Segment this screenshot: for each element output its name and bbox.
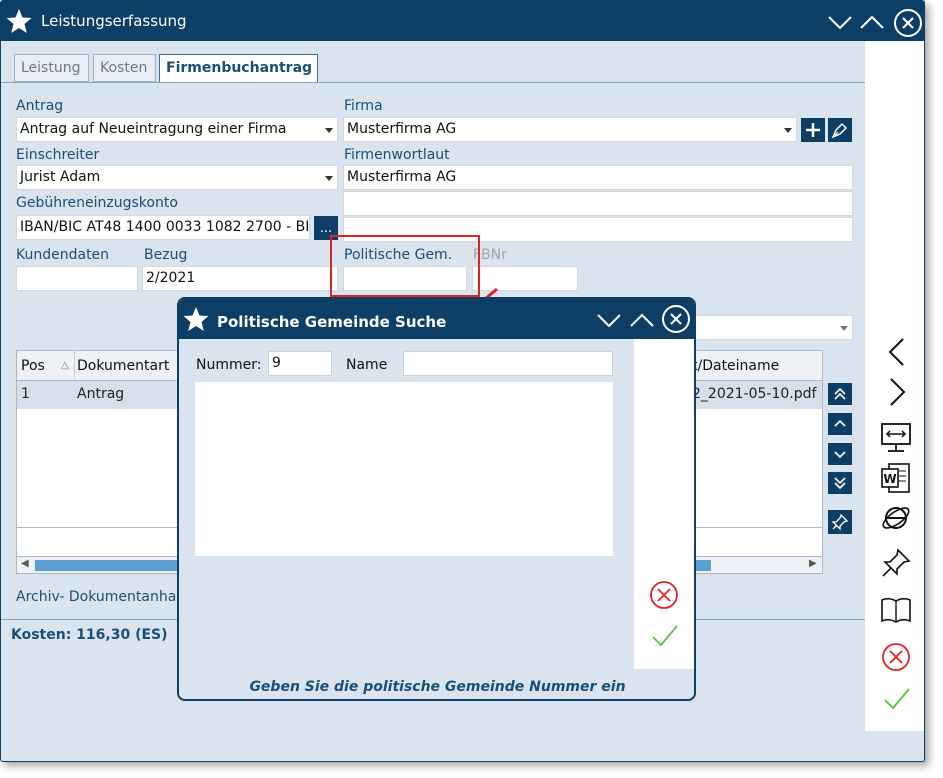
name-input[interactable] bbox=[403, 351, 613, 376]
antrag-combo[interactable]: Antrag auf Neueintragung einer Firma bbox=[16, 117, 338, 142]
internet-explorer-icon[interactable] bbox=[879, 501, 913, 535]
firmenwortlaut-line1[interactable]: Musterfirma AG bbox=[343, 165, 853, 190]
dialog-title: Politische Gemeinde Suche bbox=[217, 313, 447, 331]
chevron-down-icon[interactable] bbox=[325, 176, 333, 181]
close-icon[interactable] bbox=[893, 8, 923, 38]
cancel-icon[interactable] bbox=[880, 641, 912, 673]
move-down-button[interactable] bbox=[828, 443, 852, 465]
right-action-panel: W bbox=[865, 41, 924, 731]
bezug-label: Bezug bbox=[144, 247, 188, 263]
firma-label: Firma bbox=[344, 98, 383, 114]
firmenwortlaut-label: Firmenwortlaut bbox=[344, 147, 450, 163]
chevron-right-icon[interactable] bbox=[885, 377, 909, 407]
dialog-hint-text: Geben Sie die politische Gemeinde Nummer… bbox=[249, 679, 626, 695]
double-chevron-up-icon bbox=[834, 387, 846, 400]
gemeinde-result-list[interactable] bbox=[195, 382, 613, 556]
book-icon[interactable] bbox=[879, 593, 913, 627]
checkmark-icon[interactable] bbox=[882, 684, 912, 714]
pin-grid-button[interactable] bbox=[828, 510, 852, 534]
gebuehrenkonto-field[interactable]: IBAN/BIC AT48 1400 0033 1082 2700 - BI bbox=[16, 215, 310, 240]
gebuehrenkonto-label: Gebühreneinzugskonto bbox=[16, 195, 178, 211]
move-up-button[interactable] bbox=[828, 413, 852, 435]
kundendaten-label: Kundendaten bbox=[16, 247, 110, 263]
tab-kosten[interactable]: Kosten bbox=[93, 54, 156, 82]
scroll-right-icon[interactable]: ▶ bbox=[809, 558, 817, 569]
svg-text:W: W bbox=[883, 472, 896, 486]
column-header-dokumentart[interactable]: Dokumentart bbox=[77, 358, 169, 374]
gemeinde-search-dialog: Politische Gemeinde Suche Nummer: 9 Name… bbox=[177, 297, 696, 701]
chevron-up-icon bbox=[834, 419, 846, 427]
einschreiter-label: Einschreiter bbox=[16, 147, 100, 163]
title-bar: Leistungserfassung bbox=[1, 1, 924, 41]
tab-firmenbuchantrag[interactable]: Firmenbuchantrag bbox=[159, 54, 318, 83]
einschreiter-combo[interactable]: Jurist Adam bbox=[16, 165, 338, 190]
chevron-down-icon[interactable] bbox=[840, 326, 848, 331]
chevron-down-icon[interactable] bbox=[784, 128, 792, 133]
move-top-button[interactable] bbox=[828, 383, 852, 405]
kosten-status: Kosten: 116,30 (ES) bbox=[11, 627, 168, 643]
move-bottom-button[interactable] bbox=[828, 472, 852, 494]
antrag-value: Antrag auf Neueintragung einer Firma bbox=[20, 121, 287, 137]
kundendaten-field[interactable] bbox=[16, 266, 138, 291]
dialog-title-bar: Politische Gemeinde Suche bbox=[179, 299, 694, 339]
edit-firma-button[interactable] bbox=[828, 118, 852, 142]
bezug-field[interactable]: 2/2021 bbox=[142, 266, 338, 291]
cell-dateiname: 2_2021-05-10.pdf bbox=[692, 386, 817, 402]
pin-icon[interactable] bbox=[879, 546, 913, 580]
firma-combo[interactable]: Musterfirma AG bbox=[343, 117, 797, 142]
firmenwortlaut-line2[interactable] bbox=[343, 191, 853, 216]
window-title: Leistungserfassung bbox=[41, 12, 187, 30]
column-divider bbox=[74, 351, 75, 381]
tab-divider bbox=[1, 82, 865, 83]
minimize-icon[interactable] bbox=[827, 9, 853, 35]
fit-width-monitor-icon[interactable] bbox=[879, 421, 913, 455]
nummer-input[interactable]: 9 bbox=[268, 351, 332, 376]
double-chevron-down-icon bbox=[834, 477, 846, 490]
gebuehrenkonto-value: IBAN/BIC AT48 1400 0033 1082 2700 - BI bbox=[20, 219, 310, 235]
add-firma-button[interactable] bbox=[801, 118, 825, 142]
hidden-combo[interactable] bbox=[691, 315, 853, 340]
cell-dokumentart: Antrag bbox=[77, 386, 125, 402]
minimize-icon[interactable] bbox=[596, 307, 622, 333]
close-icon[interactable] bbox=[661, 304, 691, 334]
checkmark-icon[interactable] bbox=[650, 621, 680, 651]
antrag-label: Antrag bbox=[16, 98, 64, 114]
nummer-label: Nummer: bbox=[196, 357, 262, 373]
column-header-pos[interactable]: Pos bbox=[21, 358, 45, 374]
star-icon bbox=[6, 9, 32, 33]
chevron-down-icon[interactable] bbox=[325, 128, 333, 133]
maximize-icon[interactable] bbox=[629, 307, 655, 333]
chevron-left-icon[interactable] bbox=[885, 337, 909, 367]
einschreiter-value: Jurist Adam bbox=[20, 169, 101, 185]
firma-value: Musterfirma AG bbox=[347, 121, 457, 137]
scroll-left-icon[interactable]: ◀ bbox=[21, 558, 29, 569]
pen-nib-icon bbox=[831, 122, 848, 139]
archive-label: Archiv- Dokumentanhan bbox=[16, 589, 186, 605]
plus-icon bbox=[806, 123, 820, 137]
chevron-down-icon bbox=[834, 451, 846, 459]
pin-icon bbox=[831, 513, 849, 531]
star-icon bbox=[183, 307, 209, 331]
maximize-icon[interactable] bbox=[859, 9, 885, 35]
name-label: Name bbox=[346, 357, 388, 373]
column-header-dateiname[interactable]: t/Dateiname bbox=[692, 358, 779, 374]
cell-pos: 1 bbox=[21, 386, 30, 402]
dialog-action-panel bbox=[634, 339, 694, 669]
cancel-icon[interactable] bbox=[648, 579, 680, 611]
tab-leistung[interactable]: Leistung bbox=[14, 54, 89, 82]
word-document-icon[interactable]: W bbox=[879, 461, 913, 495]
sort-ascending-icon: △ bbox=[61, 360, 69, 371]
